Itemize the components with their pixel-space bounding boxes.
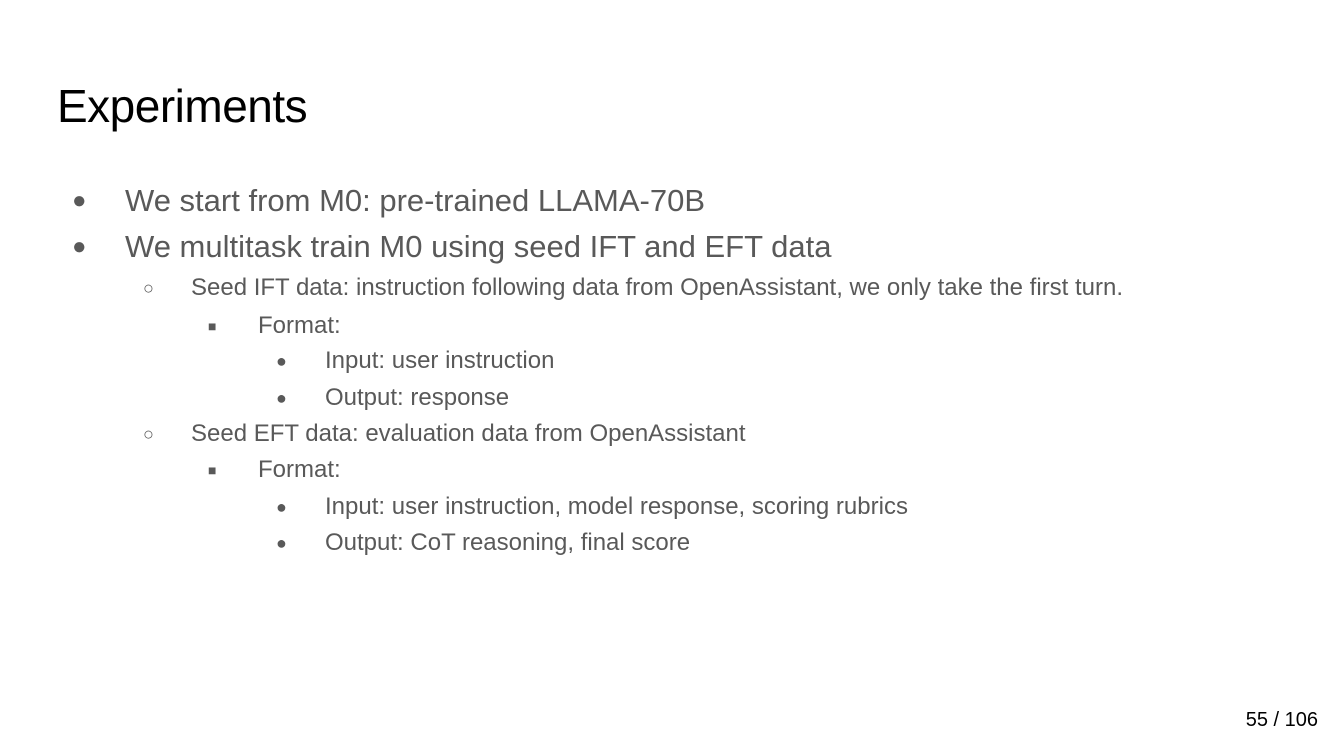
page-number: 55 / 106 <box>1245 709 1318 731</box>
bullet-text: We start from M0: pre-trained LLAMA-70B <box>125 183 706 218</box>
bullet-marker: ● <box>276 388 287 408</box>
slide: Experiments ● We start from M0: pre-trai… <box>0 0 1334 750</box>
bullet-text: Seed EFT data: evaluation data from Open… <box>191 420 746 447</box>
bullet-marker: ○ <box>143 278 154 298</box>
slide-title: Experiments <box>57 80 308 132</box>
bullet-marker: ● <box>276 351 287 371</box>
bullet-text: Output: CoT reasoning, final score <box>325 529 691 556</box>
bullet-marker: ○ <box>143 424 154 444</box>
bullet-text: Seed IFT data: instruction following dat… <box>191 274 1124 301</box>
bullet-text: Input: user instruction <box>325 347 555 374</box>
bullet-marker: ● <box>72 233 87 260</box>
bullet-marker: ■ <box>208 318 217 334</box>
bullet-marker: ● <box>276 497 287 517</box>
bullet-marker: ● <box>72 187 87 214</box>
bullet-marker: ■ <box>208 462 217 478</box>
bullet-text: Format: <box>258 312 341 339</box>
bullet-marker: ● <box>276 533 287 553</box>
bullet-text: We multitask train M0 using seed IFT and… <box>125 229 832 264</box>
bullet-text: Output: response <box>325 384 510 411</box>
bullet-text: Format: <box>258 456 341 483</box>
bullet-text: Input: user instruction, model response,… <box>325 493 908 520</box>
